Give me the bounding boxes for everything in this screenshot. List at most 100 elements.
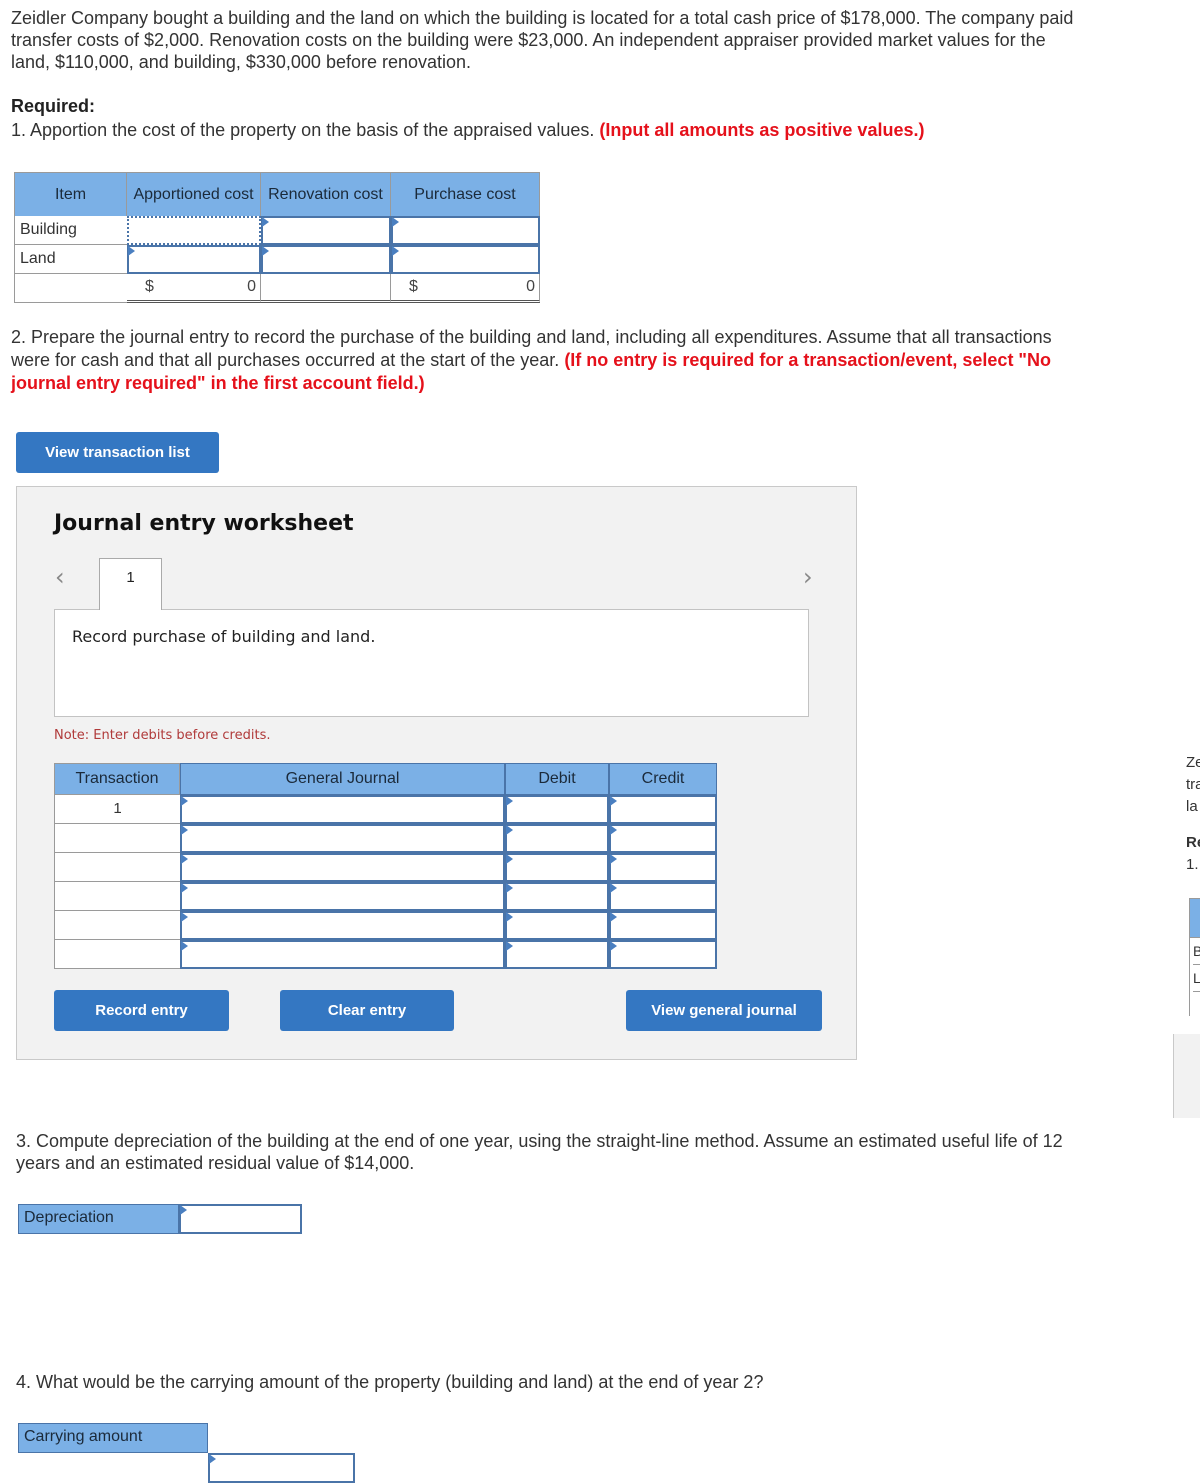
header-general-journal: General Journal (180, 763, 505, 795)
clipped-text: 1. (1186, 856, 1199, 873)
debit-input[interactable] (505, 882, 609, 911)
transaction-number (54, 882, 180, 911)
currency-symbol: $ (409, 278, 418, 295)
journal-row (54, 853, 717, 882)
clipped-text: B (1193, 938, 1200, 965)
clipped-duplicate-panel: Ze tra la Re 1. (1186, 752, 1200, 876)
table-header-row: Item Apportioned cost Renovation cost Pu… (14, 172, 542, 216)
depreciation-input[interactable] (179, 1204, 302, 1234)
total-label-cell (14, 274, 127, 303)
row-label-land: Land (14, 245, 127, 274)
total-purchase: $ 0 (391, 274, 540, 303)
question-1: 1. Apportion the cost of the property on… (11, 119, 924, 141)
building-apportioned-input[interactable] (127, 216, 261, 245)
question-3-line: 3. Compute depreciation of the building … (16, 1131, 1063, 1151)
total-apportioned: $ 0 (127, 274, 261, 303)
journal-table: Transaction General Journal Debit Credit… (54, 763, 717, 969)
view-general-journal-button[interactable]: View general journal (626, 990, 822, 1031)
header-debit: Debit (505, 763, 609, 795)
journal-row (54, 911, 717, 940)
chevron-left-icon[interactable]: ‹ (55, 563, 65, 591)
chevron-right-icon[interactable]: › (803, 563, 813, 591)
required-heading: Required: (11, 96, 96, 116)
account-select[interactable] (180, 853, 505, 882)
journal-header-row: Transaction General Journal Debit Credit (54, 763, 717, 795)
credit-input[interactable] (609, 911, 717, 940)
question-2-line: were for cash and that all purchases occ… (11, 350, 560, 370)
credit-input[interactable] (609, 940, 717, 969)
credit-input[interactable] (609, 824, 717, 853)
transaction-tab-1[interactable]: 1 (99, 558, 162, 610)
clipped-text: Ze (1186, 754, 1200, 771)
total-row: $ 0 $ 0 (14, 274, 542, 303)
table-row: Building (14, 216, 542, 245)
depreciation-label: Depreciation (18, 1204, 179, 1234)
total-apportioned-value: 0 (247, 278, 256, 295)
clipped-text: la (1186, 798, 1198, 815)
header-item: Item (14, 172, 127, 216)
question-2-instruction: (If no entry is required for a transacti… (564, 350, 1051, 370)
account-select[interactable] (180, 882, 505, 911)
land-purchase-input[interactable] (391, 245, 540, 274)
question-2-line: 2. Prepare the journal entry to record t… (11, 327, 1052, 347)
debit-input[interactable] (505, 795, 609, 824)
journal-entry-worksheet: Journal entry worksheet ‹ › 1 Record pur… (16, 486, 857, 1060)
account-select[interactable] (180, 911, 505, 940)
total-renovation (261, 274, 391, 303)
intro-line: transfer costs of $2,000. Renovation cos… (11, 30, 1046, 50)
record-entry-button[interactable]: Record entry (54, 990, 229, 1031)
land-apportioned-input[interactable] (127, 245, 261, 274)
transaction-description-box: Record purchase of building and land. (54, 609, 809, 717)
table-row: Land (14, 245, 542, 274)
header-purchase-cost: Purchase cost (391, 172, 540, 216)
account-select[interactable] (180, 824, 505, 853)
building-renovation-input[interactable] (261, 216, 391, 245)
journal-row (54, 882, 717, 911)
question-3-line: years and an estimated residual value of… (16, 1153, 415, 1173)
debit-input[interactable] (505, 824, 609, 853)
account-select[interactable] (180, 940, 505, 969)
header-renovation-cost: Renovation cost (261, 172, 391, 216)
transaction-number: 1 (54, 795, 180, 824)
question-2-instruction: journal entry required" in the first acc… (11, 373, 425, 393)
header-apportioned-cost: Apportioned cost (127, 172, 261, 216)
question-1-instruction: (Input all amounts as positive values.) (599, 120, 925, 140)
land-renovation-input[interactable] (261, 245, 391, 274)
header-transaction: Transaction (54, 763, 180, 795)
clipped-text: L (1193, 965, 1200, 992)
carrying-amount-label: Carrying amount (18, 1423, 208, 1453)
journal-row: 1 (54, 795, 717, 824)
clear-entry-button[interactable]: Clear entry (280, 990, 454, 1031)
total-purchase-value: 0 (526, 278, 535, 295)
question-4: 4. What would be the carrying amount of … (16, 1372, 764, 1392)
debit-input[interactable] (505, 853, 609, 882)
transaction-description: Record purchase of building and land. (72, 627, 376, 646)
debit-input[interactable] (505, 911, 609, 940)
clipped-text: Re (1186, 834, 1200, 851)
transaction-number (54, 940, 180, 969)
problem-intro: Zeidler Company bought a building and th… (11, 7, 1200, 73)
clipped-worksheet-edge (1173, 1034, 1200, 1118)
credit-input[interactable] (609, 853, 717, 882)
building-purchase-input[interactable] (391, 216, 540, 245)
apportion-table: Item Apportioned cost Renovation cost Pu… (14, 172, 542, 303)
entry-note: Note: Enter debits before credits. (54, 728, 271, 743)
transaction-number (54, 824, 180, 853)
credit-input[interactable] (609, 795, 717, 824)
carrying-amount-input[interactable] (208, 1453, 355, 1483)
account-select[interactable] (180, 795, 505, 824)
question-3: 3. Compute depreciation of the building … (16, 1130, 1200, 1174)
clipped-header (1189, 898, 1200, 938)
transaction-number (54, 853, 180, 882)
debit-input[interactable] (505, 940, 609, 969)
clipped-rows: B L (1189, 938, 1200, 1016)
question-1-text: 1. Apportion the cost of the property on… (11, 120, 595, 140)
currency-symbol: $ (145, 278, 154, 295)
worksheet-title: Journal entry worksheet (54, 511, 354, 536)
intro-line: land, $110,000, and building, $330,000 b… (11, 52, 472, 72)
credit-input[interactable] (609, 882, 717, 911)
journal-row (54, 940, 717, 969)
intro-line: Zeidler Company bought a building and th… (11, 8, 1074, 28)
clipped-text: tra (1186, 776, 1200, 793)
view-transaction-list-button[interactable]: View transaction list (16, 432, 219, 473)
